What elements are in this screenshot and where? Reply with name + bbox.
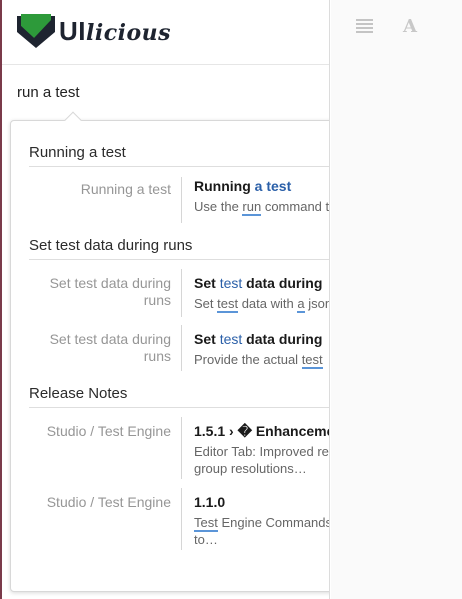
- hit-title: 1.1.0: [194, 494, 226, 510]
- hit-snippet-line1: Test Engine Commands: [194, 515, 330, 532]
- search-input[interactable]: [2, 66, 329, 118]
- hit-snippet-line1: Editor Tab: Improved re: [194, 444, 329, 459]
- hit-body: Set test data during Set test data with …: [181, 269, 330, 317]
- hit-category: Studio / Test Engine: [46, 423, 171, 439]
- hit-category: Set test data during runs: [49, 275, 171, 308]
- hit-title: 1.5.1 › � Enhanceme: [194, 423, 330, 439]
- uilicious-logo-icon: [17, 14, 55, 48]
- section-title-release-notes: Release Notes: [29, 385, 128, 402]
- hit-snippet: Provide the actual test: [194, 352, 323, 369]
- hit-category: Set test data during runs: [49, 331, 171, 364]
- hit-title: Set test data during: [194, 331, 323, 347]
- list-icon[interactable]: [356, 19, 373, 33]
- font-size-icon[interactable]: A: [403, 16, 417, 37]
- search-sidebar: UIlicious Running a test Running a test …: [2, 0, 330, 599]
- section-title-running: Running a test: [29, 144, 126, 161]
- hit-snippet-line2: group resolutions…: [194, 461, 307, 476]
- hit-body: Set test data during Provide the actual …: [181, 325, 329, 371]
- logo-header: UIlicious: [2, 0, 329, 65]
- section-divider: [29, 166, 329, 167]
- content-pane: A: [331, 0, 462, 599]
- search-results-dropdown: Running a test Running a test Running a …: [10, 111, 330, 592]
- logo-text-script: licious: [86, 20, 172, 46]
- section-title-test-data: Set test data during runs: [29, 237, 193, 254]
- hit-body: 1.5.1 › � Enhanceme Editor Tab: Improved…: [181, 417, 330, 479]
- hit-category: Running a test: [80, 181, 171, 197]
- hit-snippet: Set test data with a json: [194, 296, 330, 313]
- logo-text-main: UI: [59, 16, 86, 46]
- hit-snippet: Use the run command t: [194, 199, 330, 216]
- section-divider: [29, 259, 329, 260]
- logo-text[interactable]: UIlicious: [59, 16, 171, 47]
- hit-snippet-line2: to…: [194, 532, 218, 547]
- hit-category: Studio / Test Engine: [46, 494, 171, 510]
- hit-body: Running a test Use the run command t: [181, 177, 330, 223]
- section-divider: [29, 407, 329, 408]
- hit-body: 1.1.0 Test Engine Commands to…: [181, 488, 330, 550]
- hit-title: Running a test: [194, 178, 292, 194]
- hit-title: Set test data during: [194, 275, 323, 291]
